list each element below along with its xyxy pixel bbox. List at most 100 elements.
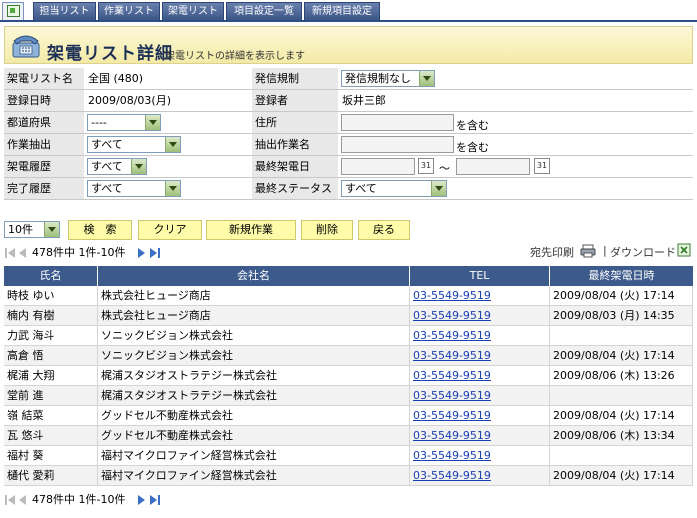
table-row[interactable]: 梶浦 大翔 梶浦スタジオストラテジー株式会社 03-5549-9519 2009/08… xyxy=(4,366,693,386)
download-label: ダウンロード xyxy=(610,246,676,259)
cell-last-call: 2009/08/04 (火) 17:14 xyxy=(550,466,693,486)
clear-button[interactable]: クリア xyxy=(138,220,202,240)
link-separator: | xyxy=(603,244,607,257)
pref-select[interactable]: ---- xyxy=(87,114,161,131)
home-tab[interactable] xyxy=(2,2,24,20)
tab-assign-list[interactable]: 担当リスト xyxy=(33,2,96,20)
cell-last-call xyxy=(550,326,693,346)
tel-link[interactable]: 03-5549-9519 xyxy=(413,469,491,482)
calendar-icon[interactable]: 31 xyxy=(418,158,434,174)
tel-link[interactable]: 03-5549-9519 xyxy=(413,309,491,322)
page-subtitle: 架電リストの詳細を表示します xyxy=(165,51,305,62)
telephone-icon xyxy=(12,35,40,58)
page-title: 架電リスト詳細 xyxy=(47,44,173,64)
last-status-select[interactable]: すべて xyxy=(341,180,447,197)
cell-last-call xyxy=(550,386,693,406)
next-page-icon[interactable] xyxy=(136,247,162,259)
table-row[interactable]: 楠内 有樹 株式会社ヒュージ商店 03-5549-9519 2009/08/03 (月… xyxy=(4,306,693,326)
table-row[interactable]: 堂前 進梶浦スタジオストラテジー株式会社 03-5549-9519 xyxy=(4,386,693,406)
chevron-down-icon xyxy=(44,222,59,237)
table-row[interactable]: 樋代 愛莉 福村マイクロファイン経営株式会社 03-5549-9519 2009/08… xyxy=(4,466,693,486)
task-extract-select[interactable]: すべて xyxy=(87,136,181,153)
cell-last-call: 2009/08/04 (火) 17:14 xyxy=(550,346,693,366)
done-history-value: すべて xyxy=(91,182,123,195)
first-page-icon[interactable] xyxy=(4,247,30,259)
top-tab-bar: 担当リスト 作業リスト 架電リスト 項目設定一覧 新規項目設定 xyxy=(0,0,697,22)
column-header-company[interactable]: 会社名 xyxy=(98,266,410,286)
cell-name: 時枝 ゆい xyxy=(4,286,98,306)
print-link[interactable]: 宛先印刷 xyxy=(530,244,574,260)
reg-date-value: 2009/08/03(月) xyxy=(84,90,252,111)
last-status-label: 最終ステータス xyxy=(252,178,338,199)
tel-link[interactable]: 03-5549-9519 xyxy=(413,329,491,342)
table-row[interactable]: 力武 海斗 ソニックビジョン株式会社 03-5549-9519 xyxy=(4,326,693,346)
done-history-label: 完了履歴 xyxy=(4,178,84,199)
tel-link[interactable]: 03-5549-9519 xyxy=(413,409,491,422)
address-suffix: を含む xyxy=(456,119,489,132)
table-row[interactable]: 時枝 ゆい 株式会社ヒュージ商店 03-5549-9519 2009/08/04 (火… xyxy=(4,286,693,306)
tel-link[interactable]: 03-5549-9519 xyxy=(413,449,491,462)
cell-company: 梶浦スタジオストラテジー株式会社 xyxy=(98,366,410,386)
download-link[interactable]: ダウンロード xyxy=(610,244,676,260)
chevron-down-icon xyxy=(431,181,446,196)
table-row[interactable]: 高倉 悟ソニックビジョン株式会社 03-5549-9519 2009/08/04 (… xyxy=(4,346,693,366)
new-task-button[interactable]: 新規作業 xyxy=(206,220,296,240)
cell-company: ソニックビジョン株式会社 xyxy=(98,346,410,366)
per-page-select[interactable]: 10件 xyxy=(4,221,60,238)
pref-label: 都道府県 xyxy=(4,112,84,133)
tab-call-list[interactable]: 架電リスト xyxy=(162,2,224,20)
print-label: 宛先印刷 xyxy=(530,246,574,259)
cell-name: 嶺 結菜 xyxy=(4,406,98,426)
pref-value: ---- xyxy=(91,116,107,129)
tab-new-item[interactable]: 新規項目設定 xyxy=(304,2,380,20)
tab-item-settings[interactable]: 項目設定一覧 xyxy=(226,2,302,20)
chevron-down-icon xyxy=(419,71,434,86)
excel-icon[interactable] xyxy=(677,243,691,257)
next-page-icon[interactable] xyxy=(136,494,162,506)
cell-tel: 03-5549-9519 xyxy=(410,366,550,386)
back-button[interactable]: 戻る xyxy=(358,220,410,240)
cell-tel: 03-5549-9519 xyxy=(410,286,550,306)
last-status-value: すべて xyxy=(345,182,377,195)
table-row[interactable]: 福村 葵福村マイクロファイン経営株式会社 03-5549-9519 xyxy=(4,446,693,466)
cell-last-call: 2009/08/06 (木) 13:26 xyxy=(550,366,693,386)
tab-underline xyxy=(0,20,697,22)
home-icon xyxy=(7,5,20,17)
page-header: 架電リスト詳細 架電リストの詳細を表示します xyxy=(4,26,693,64)
tel-link[interactable]: 03-5549-9519 xyxy=(413,389,491,402)
cell-company: グッドセル不動産株式会社 xyxy=(98,406,410,426)
column-header-tel[interactable]: TEL xyxy=(410,266,550,286)
printer-icon[interactable] xyxy=(580,244,596,258)
first-page-icon[interactable] xyxy=(4,494,30,506)
table-row[interactable]: 嶺 結菜 グッドセル不動産株式会社 03-5549-9519 2009/08/04 (… xyxy=(4,406,693,426)
cell-last-call: 2009/08/04 (火) 17:14 xyxy=(550,286,693,306)
form-row: 架電履歴 すべて 最終架電日 31 〜 31 xyxy=(4,156,693,178)
column-header-name[interactable]: 氏名 xyxy=(4,266,98,286)
last-call-to-input[interactable] xyxy=(456,158,530,175)
calendar-icon[interactable]: 31 xyxy=(534,158,550,174)
task-extract-label: 作業抽出 xyxy=(4,134,84,155)
tel-link[interactable]: 03-5549-9519 xyxy=(413,349,491,362)
table-row[interactable]: 瓦 悠斗 グッドセル不動産株式会社 03-5549-9519 2009/08/06 (… xyxy=(4,426,693,446)
per-page-value: 10件 xyxy=(8,223,33,236)
extract-task-name-input[interactable] xyxy=(341,136,454,153)
call-restrict-select[interactable]: 発信規制なし xyxy=(341,70,435,87)
address-input[interactable] xyxy=(341,114,454,131)
task-extract-value: すべて xyxy=(91,138,123,151)
search-button[interactable]: 検 索 xyxy=(68,220,132,240)
form-row: 架電リスト名 全国 (480) 発信規制 発信規制なし xyxy=(4,68,693,90)
last-call-from-input[interactable] xyxy=(341,158,415,175)
done-history-select[interactable]: すべて xyxy=(87,180,181,197)
tel-link[interactable]: 03-5549-9519 xyxy=(413,369,491,382)
pager-bottom: 478件中 1件-10件 xyxy=(4,493,204,507)
tel-link[interactable]: 03-5549-9519 xyxy=(413,429,491,442)
tab-task-list[interactable]: 作業リスト xyxy=(98,2,160,20)
cell-company: 株式会社ヒュージ商店 xyxy=(98,306,410,326)
call-history-select[interactable]: すべて xyxy=(87,158,147,175)
tel-link[interactable]: 03-5549-9519 xyxy=(413,289,491,302)
cell-name: 堂前 進 xyxy=(4,386,98,406)
form-row: 作業抽出 すべて 抽出作業名 を含む xyxy=(4,134,693,156)
list-name-label: 架電リスト名 xyxy=(4,68,84,89)
column-header-last-call[interactable]: 最終架電日時 xyxy=(550,266,693,286)
delete-button[interactable]: 削除 xyxy=(301,220,353,240)
